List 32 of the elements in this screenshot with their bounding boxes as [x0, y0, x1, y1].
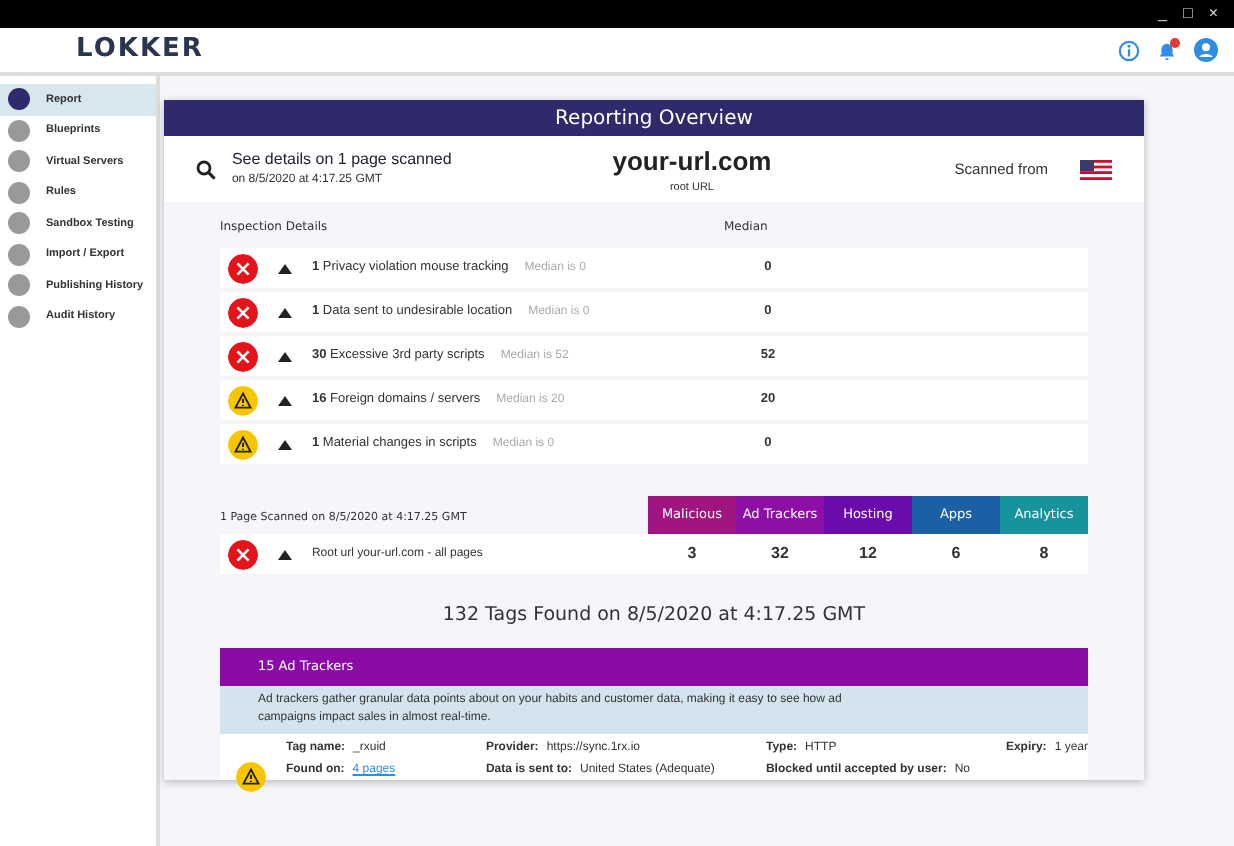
table-cell-text: 3 [685, 542, 699, 566]
menu-icon [8, 274, 30, 297]
table-cell-text: 32 [769, 542, 791, 566]
table-cell-text: 8 [1037, 542, 1051, 566]
expand-icon[interactable] [277, 395, 292, 405]
menu-icon [8, 212, 30, 235]
menu-icon [8, 150, 30, 173]
menu-icon [8, 181, 30, 204]
table-cell-text: 12 [857, 542, 879, 566]
expand-icon[interactable] [277, 549, 292, 559]
window-control[interactable]: □ [1182, 2, 1193, 26]
flag-icon [1080, 159, 1112, 179]
menu-icon [8, 88, 30, 111]
panel-title: Reporting Overview [163, 100, 1144, 136]
window-control[interactable]: × [1208, 2, 1218, 26]
details-title[interactable]: See details on 1 page scanned [231, 148, 532, 172]
expand-icon[interactable] [277, 307, 292, 317]
menu-icon [8, 119, 30, 142]
expand-icon[interactable] [277, 439, 292, 449]
table-cell-text: 6 [949, 542, 963, 566]
logo: LOKKER [76, 32, 204, 69]
expand-icon[interactable] [277, 263, 292, 273]
bell-icon[interactable] [1156, 39, 1178, 61]
menu-icon [8, 305, 30, 328]
user-icon[interactable] [1194, 38, 1218, 62]
window-control[interactable]: _ [1158, 2, 1167, 26]
info-icon[interactable] [1118, 39, 1140, 61]
menu-icon [8, 243, 30, 266]
tags-title: 132 Tags Found on 8/5/2020 at 4:17.25 GMT [440, 602, 868, 630]
url-title: your-url.com [610, 143, 774, 180]
search-icon[interactable] [195, 159, 216, 179]
expand-icon[interactable] [277, 351, 292, 361]
